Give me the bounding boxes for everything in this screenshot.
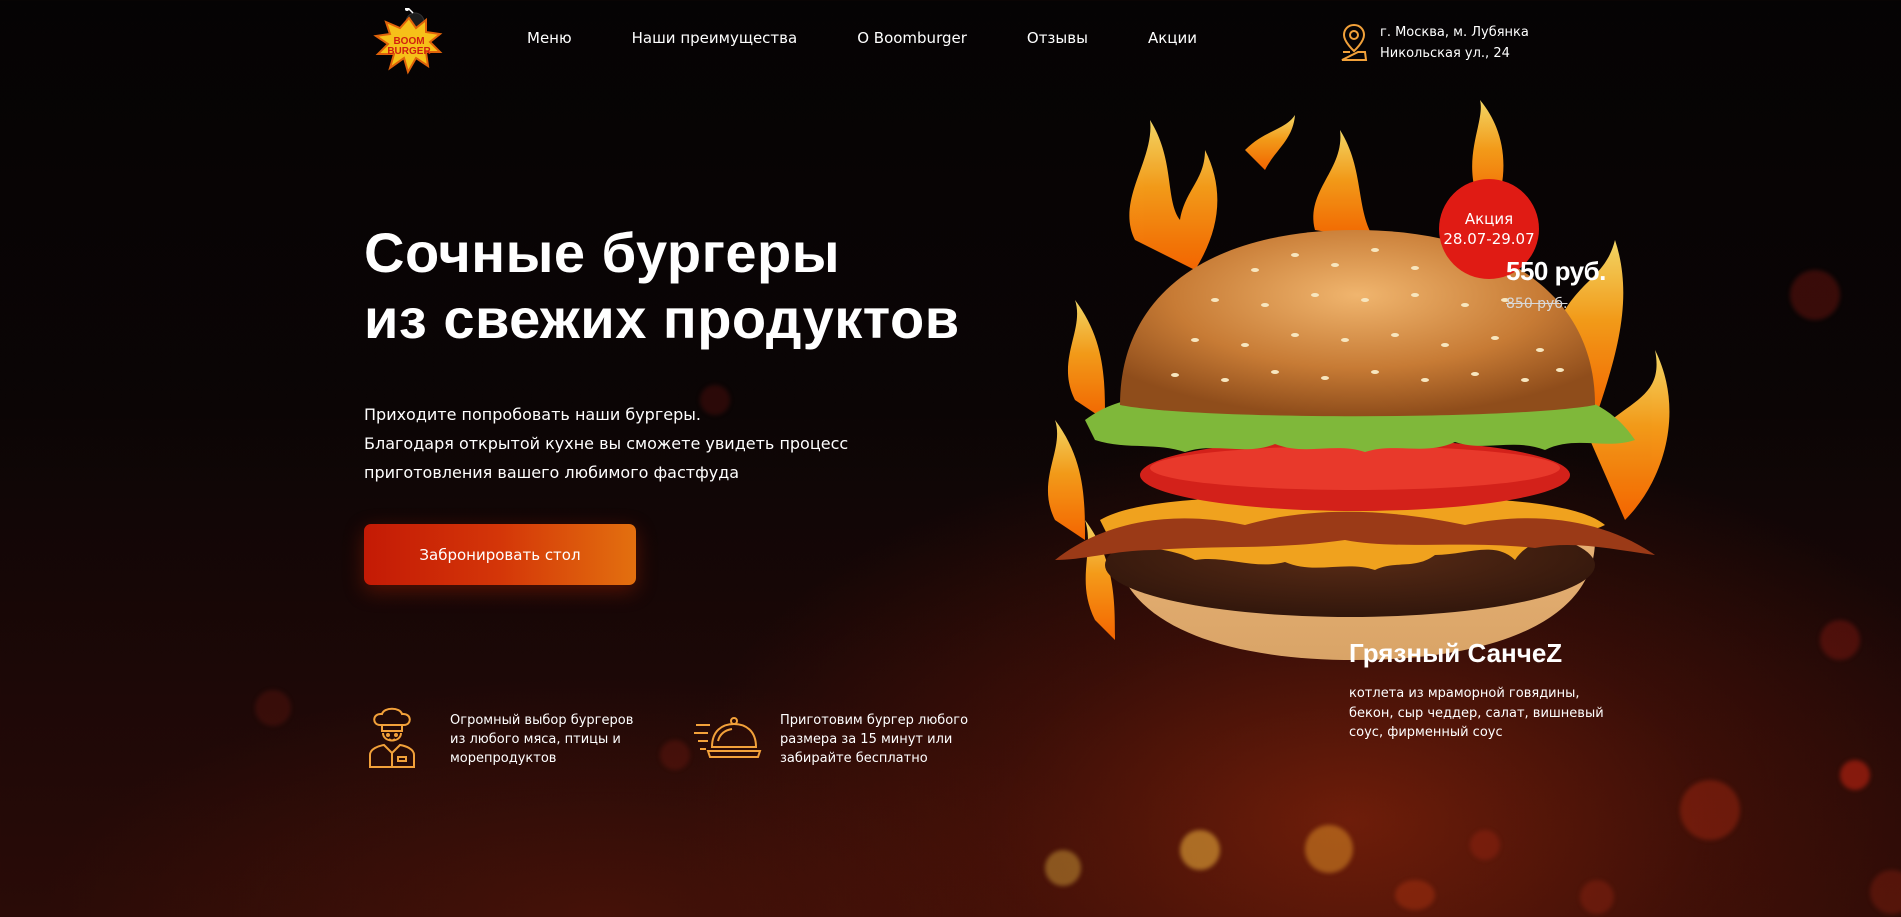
nav-menu[interactable]: Меню xyxy=(527,29,572,47)
boomburger-logo[interactable]: BOOM BURGER xyxy=(368,7,450,80)
main-nav: Меню Наши преимущества О Boomburger Отзы… xyxy=(527,29,1257,47)
address-block: г. Москва, м. Лубянка Никольская ул., 24 xyxy=(1340,22,1529,64)
nav-about[interactable]: О Boomburger xyxy=(857,29,967,47)
feature-fast-cooking: Приготовим бургер любого размера за 15 м… xyxy=(694,705,968,769)
feature1-text-line2: из любого мяса, птицы и xyxy=(450,732,621,747)
feature2-text-line2: размера за 15 минут или xyxy=(780,732,953,747)
nav-advantages[interactable]: Наши преимущества xyxy=(632,29,798,47)
burger-name: Грязный СанчеZ xyxy=(1349,638,1563,668)
feature2-text-line3: забирайте бесплатно xyxy=(780,751,928,766)
promo-badge-dates: 28.07-29.07 xyxy=(1443,230,1535,248)
promo-badge-title: Акция xyxy=(1464,210,1514,228)
feature1-text-line3: морепродуктов xyxy=(450,751,557,766)
hero-title-line2: из свежих продуктов xyxy=(364,287,960,350)
chef-icon xyxy=(369,707,415,768)
nav-reviews[interactable]: Отзывы xyxy=(1027,29,1088,47)
hero-subtitle-line1: Приходите попробовать наши бургеры. xyxy=(364,405,701,424)
hero-subtitle-line2: Благодаря открытой кухне вы сможете увид… xyxy=(364,434,849,453)
hero-title-line1: Сочные бургеры xyxy=(364,221,841,284)
logo-text-burger: BURGER xyxy=(387,46,431,57)
hero-title: Сочные бургеры из свежих продуктов xyxy=(364,220,960,352)
feature-burger-choice: Огромный выбор бургеров из любого мяса, … xyxy=(364,705,633,769)
address-line2: Никольская ул., 24 xyxy=(1380,46,1510,61)
nav-promotions[interactable]: Акции xyxy=(1148,29,1197,47)
address-line1: г. Москва, м. Лубянка xyxy=(1380,25,1529,40)
hero-subtitle-line3: приготовления вашего любимого фастфуда xyxy=(364,463,740,482)
burger-image xyxy=(1015,100,1695,700)
book-table-button[interactable]: Забронировать стол xyxy=(364,524,636,585)
promo-price-old: 850 руб. xyxy=(1506,296,1568,312)
map-pin-icon xyxy=(1341,23,1368,61)
feature2-text-line1: Приготовим бургер любого xyxy=(780,713,969,728)
hero-subtitle: Приходите попробовать наши бургеры. Благ… xyxy=(364,400,848,487)
burger-description: котлета из мраморной говядины, бекон, сы… xyxy=(1349,686,1604,740)
promo-price-new: 550 руб. xyxy=(1506,256,1606,286)
cloche-icon xyxy=(694,717,762,758)
feature1-text-line1: Огромный выбор бургеров xyxy=(450,713,634,728)
